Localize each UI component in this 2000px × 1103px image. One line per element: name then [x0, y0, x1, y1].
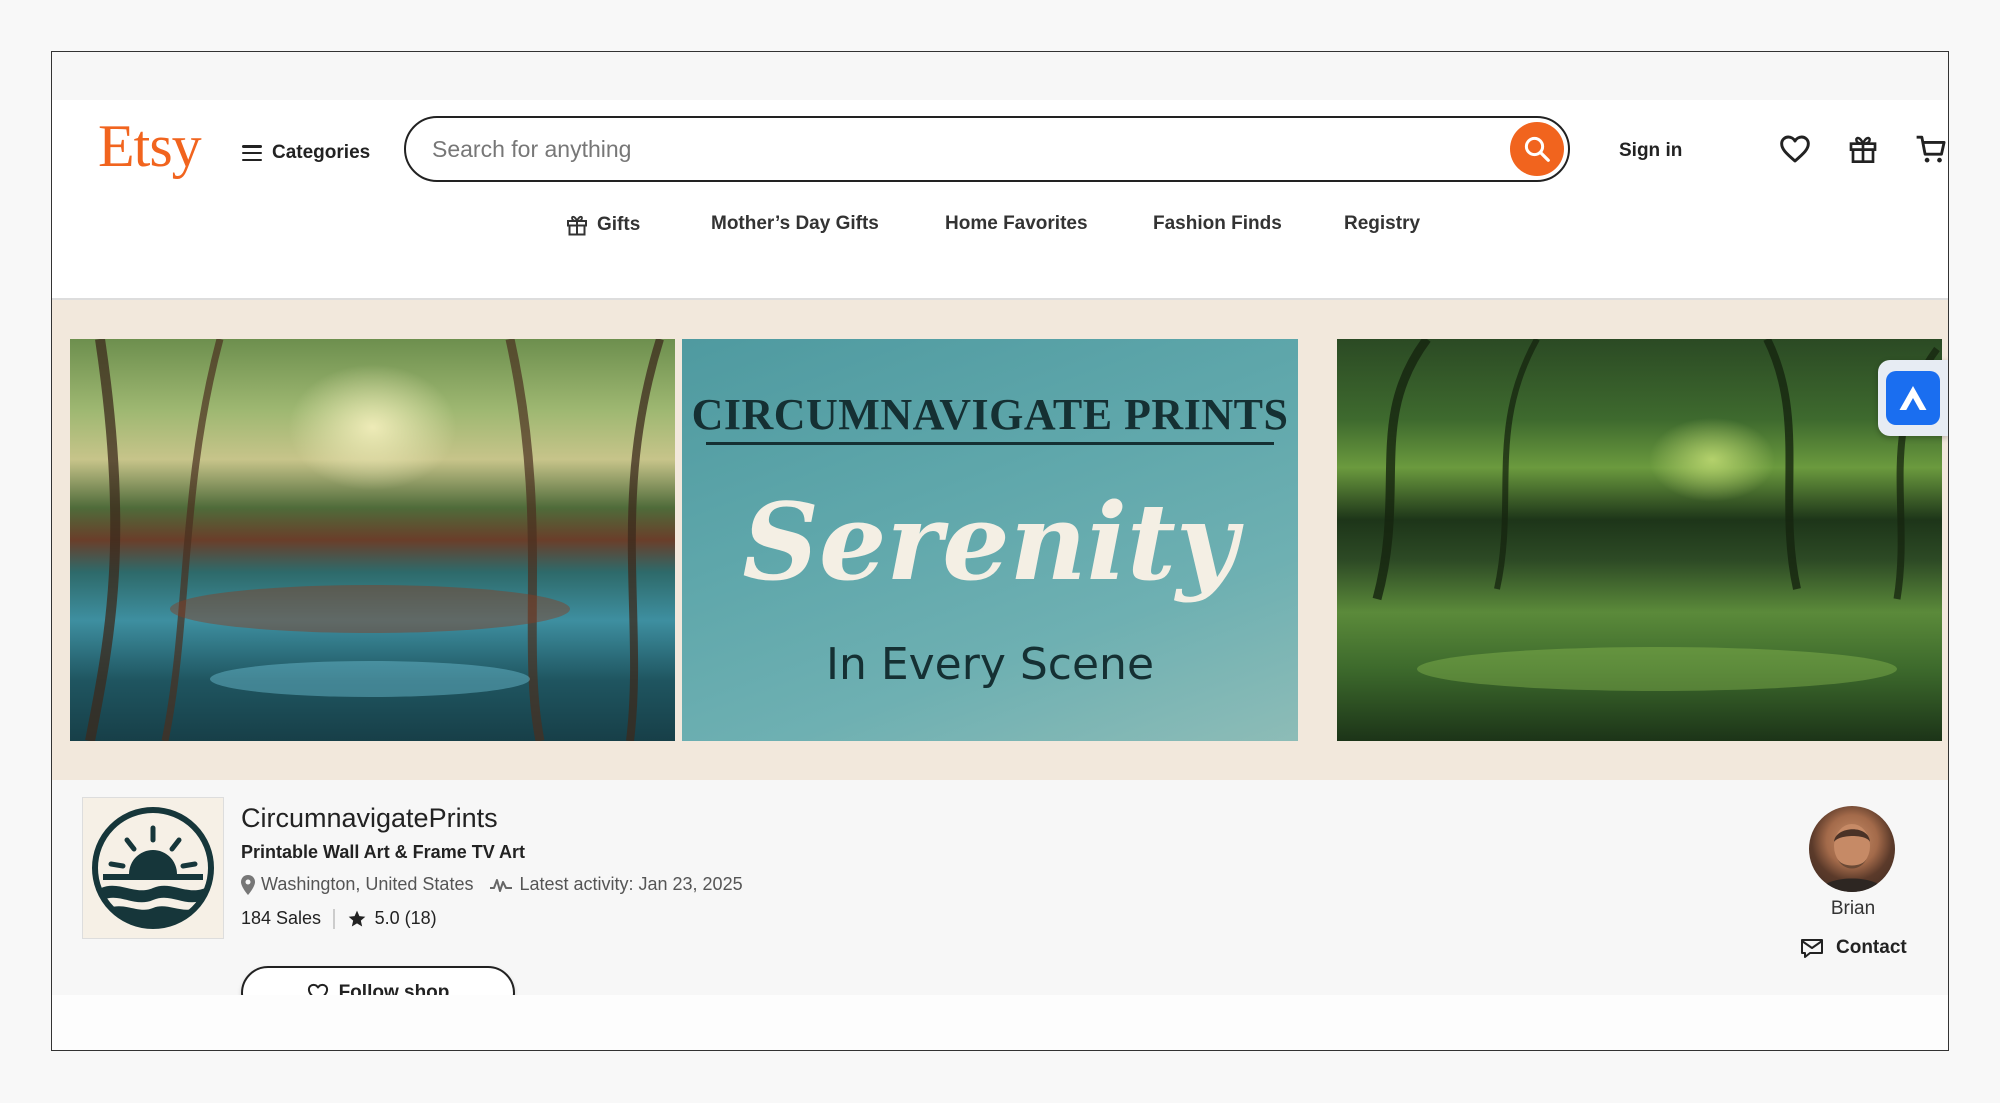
- menu-icon: [242, 145, 262, 161]
- nav-label: Mother’s Day Gifts: [711, 213, 879, 234]
- banner-divider: [706, 442, 1274, 445]
- activity-icon: [490, 878, 513, 892]
- shop-info: CircumnavigatePrints Printable Wall Art …: [52, 780, 1948, 1020]
- sign-in-link[interactable]: Sign in: [1619, 140, 1682, 162]
- nav-item-mothers-day-gifts[interactable]: Mother’s Day Gifts: [711, 213, 879, 235]
- assistant-logo-icon: [1899, 386, 1927, 410]
- contact-label: Contact: [1836, 937, 1907, 958]
- category-nav: Gifts Mother’s Day Gifts Home Favorites …: [52, 205, 1948, 245]
- banner-painting-right: [1337, 339, 1942, 741]
- top-strip: [52, 52, 1948, 100]
- banner-script-text: Serenity: [742, 479, 1238, 604]
- nav-item-home-favorites[interactable]: Home Favorites: [945, 213, 1088, 235]
- star-icon: [348, 910, 365, 926]
- gift-icon: [1849, 136, 1877, 163]
- location-pin-icon: [241, 874, 255, 895]
- gift-button[interactable]: [1844, 130, 1882, 168]
- contact-button[interactable]: Contact: [1800, 937, 1907, 959]
- shop-logo[interactable]: [82, 797, 224, 939]
- rating[interactable]: 5.0 (18): [375, 908, 437, 929]
- nav-label: Registry: [1344, 213, 1421, 234]
- search-input[interactable]: [430, 128, 1434, 170]
- shop-name[interactable]: CircumnavigatePrints: [241, 803, 498, 834]
- message-icon: [1801, 939, 1823, 958]
- assistant-widget[interactable]: [1878, 360, 1948, 436]
- search-button[interactable]: [1510, 122, 1564, 176]
- cart-button[interactable]: [1912, 130, 1948, 168]
- etsy-logo[interactable]: Etsy: [98, 116, 202, 176]
- banner-subtitle: In Every Scene: [825, 639, 1155, 690]
- cart-icon: [1916, 135, 1946, 163]
- nav-label: Home Favorites: [945, 213, 1088, 234]
- nav-item-fashion-finds[interactable]: Fashion Finds: [1153, 213, 1282, 235]
- categories-button[interactable]: Categories: [242, 138, 370, 168]
- nav-label: Gifts: [597, 214, 641, 235]
- stats-divider: [333, 908, 335, 929]
- search-icon: [1524, 136, 1550, 162]
- shop-location: Washington, United States: [261, 874, 474, 894]
- banner-title-card: CIRCUMNAVIGATE PRINTS Serenity In Every …: [682, 339, 1298, 741]
- sunrise-wave-icon: [92, 807, 214, 929]
- categories-label: Categories: [272, 142, 371, 163]
- shop-banner: CIRCUMNAVIGATE PRINTS Serenity In Every …: [52, 300, 1948, 780]
- nav-item-registry[interactable]: Registry: [1344, 213, 1420, 235]
- owner-name: Brian: [1830, 898, 1876, 919]
- page-lower-area: [52, 995, 1948, 1050]
- banner-painting-left: [70, 339, 675, 741]
- search-bar: [404, 116, 1570, 182]
- gift-icon: [567, 215, 587, 236]
- favorites-button[interactable]: [1776, 130, 1814, 168]
- shop-stats: 184 Sales 5.0 (18): [241, 908, 437, 929]
- avatar[interactable]: [1809, 806, 1895, 892]
- nav-label: Fashion Finds: [1153, 213, 1282, 234]
- sales-count: 184 Sales: [241, 908, 322, 928]
- heart-icon: [1780, 135, 1810, 163]
- latest-activity: Latest activity: Jan 23, 2025: [519, 874, 743, 894]
- nav-item-gifts[interactable]: Gifts: [565, 213, 640, 237]
- banner-title: CIRCUMNAVIGATE PRINTS: [691, 390, 1289, 439]
- shop-owner[interactable]: [1809, 806, 1895, 892]
- site-header: Etsy Categories Sign in: [52, 100, 1948, 300]
- shop-meta: Washington, United States Latest activit…: [241, 874, 743, 895]
- shop-tagline: Printable Wall Art & Frame TV Art: [241, 842, 526, 862]
- browser-frame: Etsy Categories Sign in: [51, 51, 1949, 1051]
